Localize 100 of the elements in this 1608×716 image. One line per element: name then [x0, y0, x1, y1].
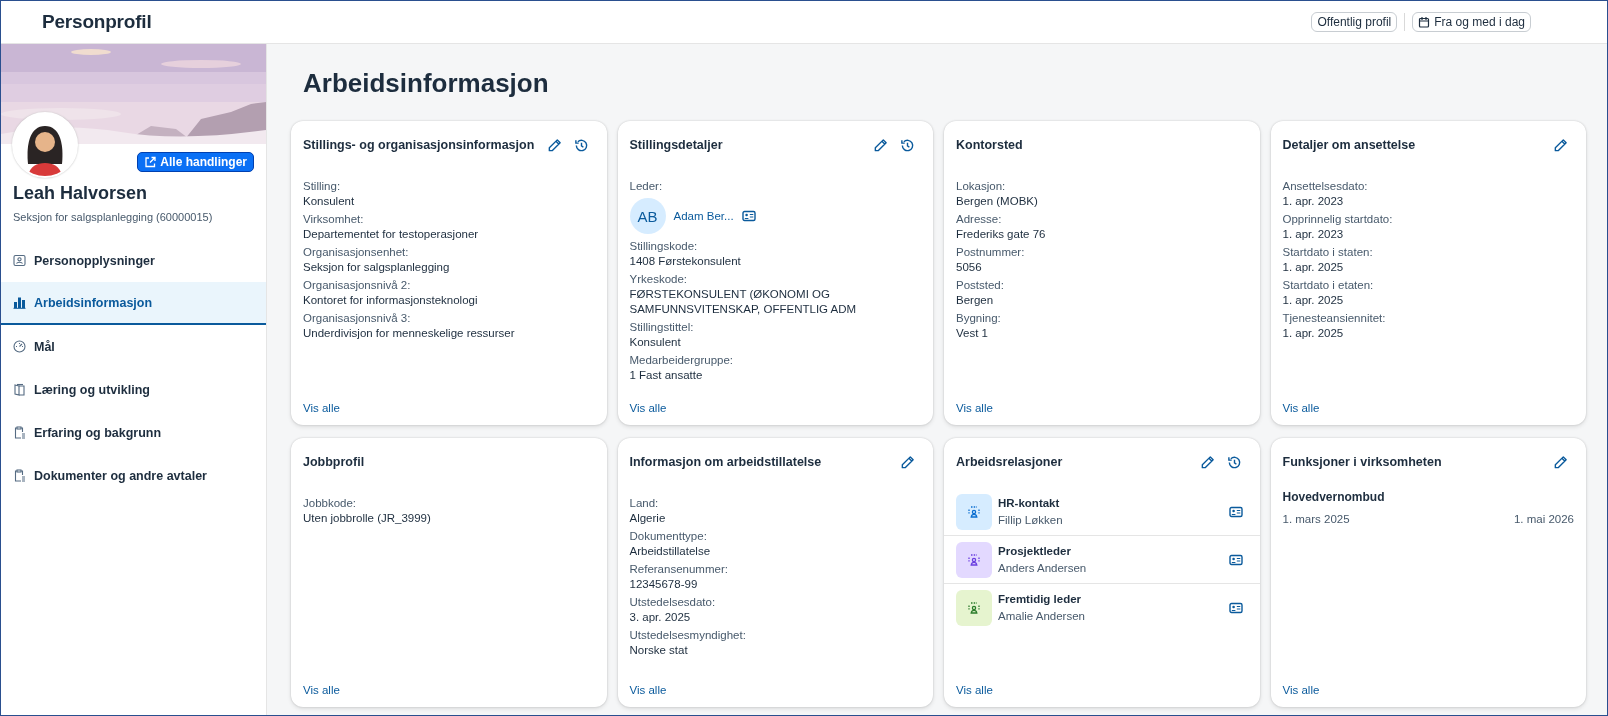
- card-title: Kontorsted: [956, 138, 1024, 152]
- field-value: Bergen (MOBK): [956, 194, 1038, 209]
- field-label: Organisasjonsnivå 3:: [303, 311, 411, 326]
- card-title: Arbeidsrelasjoner: [956, 455, 1064, 469]
- calendar-icon: [1418, 16, 1431, 28]
- field-value: 12345678-99: [629, 577, 698, 592]
- field-value: Norske stat: [629, 643, 688, 658]
- edit-icon[interactable]: [1199, 454, 1215, 470]
- field-value: FØRSTEKONSULENT (ØKONOMI OG SAMFUNNSVITENSKAP, OFFENTLIG ADM: [629, 287, 858, 317]
- initials-avatar: AB: [629, 198, 666, 234]
- id-card-icon: [13, 254, 26, 267]
- show-all-link[interactable]: Vis alle: [956, 684, 993, 696]
- history-icon[interactable]: [1226, 454, 1242, 470]
- card-title: Stillings- og organisasjonsinformasjon: [303, 138, 536, 152]
- field-label: Stillingstittel:: [629, 320, 694, 335]
- nav-item[interactable]: Erfaring og bakgrunn: [1, 411, 266, 454]
- card-title: Funksjoner i virksomheten: [1282, 455, 1443, 469]
- field-label: Utstedelsesdato:: [629, 595, 716, 610]
- book-icon: [13, 383, 26, 396]
- field-label: Stilling:: [303, 179, 341, 194]
- field-label: Stillingskode:: [629, 239, 698, 254]
- show-all-link[interactable]: Vis alle: [956, 402, 993, 414]
- field-label: Opprinnelig startdato:: [1282, 212, 1393, 227]
- field-value: 1. apr. 2025: [1282, 326, 1344, 341]
- field-label: Adresse:: [956, 212, 1002, 227]
- all-actions-button[interactable]: Alle handlinger: [137, 152, 254, 172]
- field-value: Konsulent: [303, 194, 355, 209]
- person-department: Seksjon for salgsplanlegging (60000015): [13, 211, 214, 223]
- field-label: Ansettelsesdato:: [1282, 179, 1368, 194]
- person-name: Leah Halvorsen: [13, 183, 149, 204]
- nav-item[interactable]: Læring og utvikling: [1, 368, 266, 411]
- field-label: Startdato i staten:: [1282, 245, 1373, 260]
- field-label: Jobbkode:: [303, 496, 357, 511]
- share-icon: [144, 156, 157, 168]
- end-date: 1. mai 2026: [1513, 513, 1574, 525]
- show-all-link[interactable]: Vis alle: [303, 684, 340, 696]
- card-title: Informasjon om arbeidstillatelse: [629, 455, 823, 469]
- field-value: 1 Fast ansatte: [629, 368, 703, 383]
- field-value: Seksjon for salgsplanlegging: [303, 260, 450, 275]
- field-value: Frederiks gate 76: [956, 227, 1046, 242]
- field-label: Lokasjon:: [956, 179, 1006, 194]
- edit-icon[interactable]: [1553, 137, 1568, 153]
- field-label: Postnummer:: [956, 245, 1025, 260]
- clipboard-icon: [13, 469, 26, 482]
- clipboard-icon: [13, 426, 26, 439]
- history-icon[interactable]: [900, 137, 915, 153]
- field-value: Konsulent: [629, 335, 681, 350]
- field-label: Poststed:: [956, 278, 1004, 293]
- contact-card-icon[interactable]: [1228, 601, 1243, 614]
- field-value: Vest 1: [956, 326, 988, 341]
- nav-item[interactable]: Dokumenter og andre avtaler: [1, 454, 266, 497]
- edit-icon[interactable]: [873, 137, 888, 153]
- date-button[interactable]: Fra og med i dag: [1412, 12, 1531, 32]
- field-label: Referansenummer:: [629, 562, 728, 577]
- relation-name: Anders Andersen: [998, 562, 1087, 574]
- show-all-link[interactable]: Vis alle: [629, 684, 667, 696]
- card-title: Detaljer om ansettelse: [1282, 138, 1417, 152]
- public-profile-button[interactable]: Offentlig profil: [1311, 12, 1398, 32]
- field-label: Organisasjonsnivå 2:: [303, 278, 411, 293]
- nav-item[interactable]: Mål: [1, 325, 266, 368]
- nav-item[interactable]: Personopplysninger: [1, 239, 266, 282]
- start-date: 1. mars 2025: [1282, 513, 1350, 525]
- edit-icon[interactable]: [1553, 454, 1568, 470]
- field-label: Medarbeidergruppe:: [629, 353, 734, 368]
- app-title: Personprofil: [42, 11, 153, 33]
- field-value: Arbeidstillatelse: [629, 544, 711, 559]
- contact-card-icon[interactable]: [741, 210, 756, 222]
- person-link[interactable]: Adam Ber...: [673, 210, 734, 222]
- field-label: Startdato i etaten:: [1282, 278, 1374, 293]
- history-icon[interactable]: [573, 137, 589, 153]
- show-all-link[interactable]: Vis alle: [303, 402, 340, 414]
- edit-icon[interactable]: [900, 454, 915, 470]
- field-label: Land:: [629, 496, 659, 511]
- card-title: Stillingsdetaljer: [629, 138, 724, 152]
- field-label: Tjenesteansiennitet:: [1282, 311, 1386, 326]
- field-value: 1. apr. 2025: [1282, 260, 1344, 275]
- team-icon: [966, 551, 982, 568]
- show-all-link[interactable]: Vis alle: [629, 402, 667, 414]
- field-label: Dokumenttype:: [629, 529, 707, 544]
- team-icon: [966, 503, 982, 520]
- function-title: Hovedvernombud: [1282, 490, 1385, 504]
- field-value: Kontoret for informasjonsteknologi: [303, 293, 478, 308]
- show-all-link[interactable]: Vis alle: [1282, 402, 1320, 414]
- field-label: Organisasjonsenhet:: [303, 245, 409, 260]
- field-label: Yrkeskode:: [629, 272, 688, 287]
- edit-icon[interactable]: [546, 137, 562, 153]
- relation-title: Prosjektleder: [998, 545, 1071, 557]
- field-value: 1. apr. 2025: [1282, 293, 1344, 308]
- buildings-icon: [13, 296, 26, 309]
- page-title: Arbeidsinformasjon: [303, 68, 549, 99]
- field-label: Bygning:: [956, 311, 1001, 326]
- contact-card-icon[interactable]: [1228, 553, 1243, 566]
- gauge-icon: [13, 340, 26, 353]
- show-all-link[interactable]: Vis alle: [1282, 684, 1320, 696]
- field-value: 1. apr. 2023: [1282, 194, 1344, 209]
- contact-card-icon[interactable]: [1228, 505, 1243, 518]
- team-icon: [966, 599, 982, 616]
- relation-name: Amalie Andersen: [998, 610, 1085, 622]
- nav-item[interactable]: Arbeidsinformasjon: [1, 282, 266, 325]
- field-value: 3. apr. 2025: [629, 610, 691, 625]
